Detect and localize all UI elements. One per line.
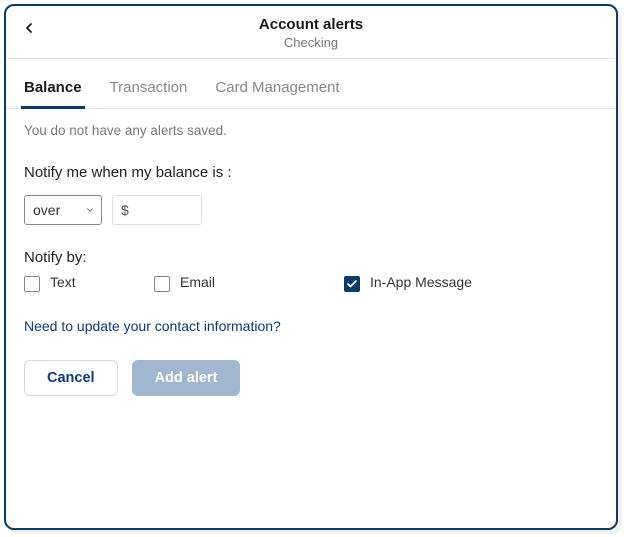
add-alert-button[interactable]: Add alert <box>132 360 241 396</box>
checkbox-email[interactable] <box>154 276 170 292</box>
checkbox-text-label: Text <box>50 274 76 290</box>
chevron-down-icon <box>85 202 95 218</box>
button-row: Cancel Add alert <box>24 360 598 396</box>
page-title: Account alerts <box>20 16 602 33</box>
amount-input[interactable]: $ <box>112 195 202 225</box>
tab-card-management[interactable]: Card Management <box>215 79 339 108</box>
checkbox-inapp[interactable] <box>344 276 360 292</box>
notify-option-inapp: In-App Message <box>344 276 472 292</box>
header: Account alerts Checking <box>6 6 616 59</box>
tabs: Balance Transaction Card Management <box>6 59 616 109</box>
balance-inputs-row: over $ <box>24 195 598 225</box>
comparison-select[interactable]: over <box>24 195 102 225</box>
notify-option-email: Email <box>154 276 344 292</box>
comparison-select-value: over <box>33 202 60 218</box>
empty-state-text: You do not have any alerts saved. <box>24 123 598 138</box>
amount-prefix: $ <box>121 202 129 218</box>
back-icon[interactable] <box>20 20 38 38</box>
checkbox-email-label: Email <box>180 274 215 290</box>
tab-transaction[interactable]: Transaction <box>110 79 188 108</box>
notify-by-options: Text Email In-App Message <box>24 276 598 292</box>
account-alerts-panel: Account alerts Checking Balance Transact… <box>4 4 618 530</box>
update-contact-link[interactable]: Need to update your contact information? <box>24 318 598 334</box>
tab-balance[interactable]: Balance <box>24 79 82 108</box>
balance-condition-label: Notify me when my balance is : <box>24 164 598 181</box>
checkbox-inapp-label: In-App Message <box>370 274 472 290</box>
content: You do not have any alerts saved. Notify… <box>6 109 616 414</box>
notify-option-text: Text <box>24 276 154 292</box>
notify-by-label: Notify by: <box>24 249 598 266</box>
checkbox-text[interactable] <box>24 276 40 292</box>
page-subtitle: Checking <box>20 35 602 50</box>
cancel-button[interactable]: Cancel <box>24 360 118 396</box>
